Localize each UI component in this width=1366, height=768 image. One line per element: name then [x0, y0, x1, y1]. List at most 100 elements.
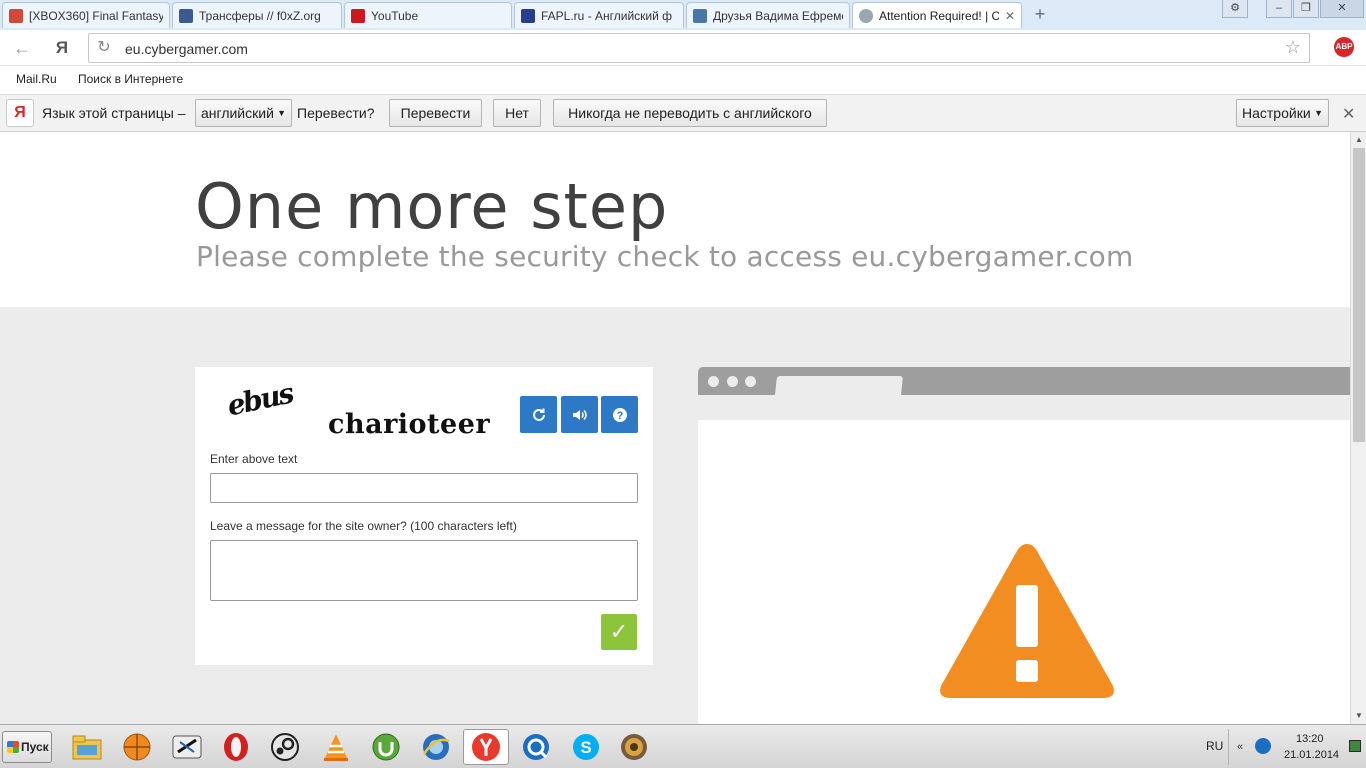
settings-button[interactable]: ⚙	[1222, 0, 1248, 18]
chevron-down-icon: ▼	[1314, 108, 1323, 118]
tab-youtube[interactable]: YouTube	[344, 2, 512, 28]
tab-transfers[interactable]: Трансферы // f0xZ.org	[172, 2, 342, 28]
tab-xbox360[interactable]: [XBOX360] Final Fantasy	[2, 2, 170, 28]
tab-strip: [XBOX360] Final Fantasy Трансферы // f0x…	[0, 0, 1366, 30]
translate-prompt: Язык этой страницы –	[42, 105, 186, 121]
tab-close-icon[interactable]: ✕	[1005, 9, 1015, 23]
tab-title: Друзья Вадима Ефремо	[713, 8, 843, 23]
vlc-icon[interactable]	[319, 730, 353, 764]
translate-question: Перевести?	[297, 105, 375, 121]
close-translate-icon[interactable]: ✕	[1342, 104, 1355, 124]
bookmark-mailru[interactable]: Mail.Ru	[16, 72, 57, 86]
photo-app-icon[interactable]	[617, 730, 651, 764]
xeon-app-icon[interactable]	[170, 730, 204, 764]
illustration-window-bar	[698, 367, 1350, 395]
captcha-help-button[interactable]: ?	[601, 396, 638, 433]
bookmarks-bar: Mail.Ru Поиск в Интернете	[0, 66, 1366, 94]
tab-fapl[interactable]: FAPL.ru - Английский ф	[514, 2, 684, 28]
tab-title: FAPL.ru - Английский ф	[541, 8, 673, 23]
window-dot-icon	[727, 376, 738, 387]
message-label: Leave a message for the site owner? (100…	[210, 519, 517, 533]
chevron-down-icon: ▼	[277, 108, 286, 118]
refresh-icon	[532, 408, 545, 421]
address-url[interactable]: eu.cybergamer.com	[125, 41, 248, 57]
never-translate-button[interactable]: Никогда не переводить с английского	[553, 99, 827, 127]
tab-title: [XBOX360] Final Fantasy	[29, 8, 163, 23]
captcha-text-input[interactable]	[210, 473, 638, 503]
tab-title: YouTube	[371, 8, 419, 23]
help-icon: ?	[612, 407, 627, 422]
yandex-icon[interactable]: Я	[50, 36, 74, 60]
reload-icon[interactable]: ↻	[93, 37, 115, 59]
yandex-browser-icon[interactable]	[463, 729, 509, 765]
language-select-value: английский	[201, 105, 274, 121]
illustration-tab	[775, 376, 903, 395]
window-dot-icon	[745, 376, 756, 387]
input-language-indicator[interactable]: RU	[1206, 739, 1223, 753]
speaker-icon	[572, 409, 587, 420]
no-button[interactable]: Нет	[493, 99, 541, 127]
hero-section: One more step Please complete the securi…	[0, 132, 1350, 307]
loading-icon	[859, 8, 873, 23]
captcha-form: ebus charioteer ? Enter above text Leave…	[195, 367, 653, 665]
basketball-app-icon[interactable]	[120, 730, 154, 764]
tab-title: Attention Required! | Clo	[879, 8, 999, 23]
captcha-word-1: ebus	[224, 376, 296, 423]
submit-button[interactable]: ✓	[601, 614, 637, 650]
tab-favicon-icon	[521, 8, 535, 23]
clock-time[interactable]: 13:20	[1296, 733, 1324, 745]
bookmark-star-icon[interactable]: ☆	[1285, 37, 1301, 58]
warning-icon	[940, 544, 1114, 698]
captcha-audio-button[interactable]	[561, 396, 598, 433]
address-bar[interactable]: ↻ eu.cybergamer.com ☆	[88, 33, 1310, 63]
page-scrollbar[interactable]: ▲ ▼	[1350, 132, 1366, 724]
restore-button[interactable]: ❐	[1293, 0, 1319, 18]
translate-bar: Я Язык этой страницы – английский ▼ Пере…	[0, 94, 1366, 132]
captcha-word-2: charioteer	[328, 409, 491, 440]
scroll-up-icon[interactable]: ▲	[1351, 132, 1366, 148]
new-tab-button[interactable]: +	[1030, 5, 1050, 24]
opera-icon[interactable]	[219, 730, 253, 764]
page-title: One more step	[195, 170, 669, 243]
vk-icon	[693, 8, 707, 23]
file-manager-icon[interactable]	[70, 730, 104, 764]
qip-icon[interactable]	[519, 730, 553, 764]
window-dot-icon	[708, 376, 719, 387]
tray-expand-icon[interactable]: «	[1237, 741, 1243, 753]
skype-icon[interactable]: S	[569, 730, 603, 764]
utorrent-icon[interactable]	[369, 730, 403, 764]
scroll-down-icon[interactable]: ▼	[1351, 708, 1366, 724]
network-tray-icon[interactable]	[1349, 740, 1361, 752]
illustration-content	[698, 420, 1350, 724]
tab-favicon-icon	[9, 8, 23, 23]
scrollbar-thumb[interactable]	[1353, 148, 1365, 442]
tab-attention-required[interactable]: Attention Required! | Clo ✕	[852, 2, 1022, 28]
svg-text:?: ?	[616, 410, 623, 422]
ie-icon[interactable]	[419, 730, 453, 764]
tab-vk-friends[interactable]: Друзья Вадима Ефремо	[686, 2, 850, 28]
translate-button[interactable]: Перевести	[389, 99, 482, 127]
captcha-refresh-button[interactable]	[520, 396, 557, 433]
start-button[interactable]: Пуск	[2, 731, 52, 763]
back-arrow-icon[interactable]: ←	[10, 36, 34, 60]
minimize-button[interactable]: –	[1266, 0, 1292, 18]
bookmark-search[interactable]: Поиск в Интернете	[78, 72, 183, 86]
yandex-logo-icon: Я	[6, 99, 34, 127]
adblock-plus-icon[interactable]: ABP	[1334, 37, 1354, 57]
language-select[interactable]: английский ▼	[195, 99, 292, 127]
start-label: Пуск	[21, 740, 49, 754]
qip-tray-icon[interactable]	[1255, 738, 1271, 754]
clock-date[interactable]: 21.01.2014	[1284, 749, 1339, 761]
steam-icon[interactable]	[268, 730, 302, 764]
message-textarea[interactable]	[210, 540, 638, 601]
page-subtitle: Please complete the security check to ac…	[196, 240, 1134, 273]
browser-toolbar: ← Я ↻ eu.cybergamer.com ☆ ABP	[0, 30, 1366, 66]
enter-text-label: Enter above text	[210, 452, 298, 466]
youtube-icon	[351, 8, 365, 23]
tab-favicon-icon	[179, 8, 193, 23]
translate-settings-button[interactable]: Настройки ▼	[1236, 99, 1329, 127]
browser-illustration	[698, 367, 1350, 724]
close-button[interactable]: ✕	[1320, 0, 1364, 18]
page-content: One more step Please complete the securi…	[0, 132, 1350, 724]
taskbar: Пуск S RU « 13:20 21.01.2014	[0, 724, 1366, 768]
